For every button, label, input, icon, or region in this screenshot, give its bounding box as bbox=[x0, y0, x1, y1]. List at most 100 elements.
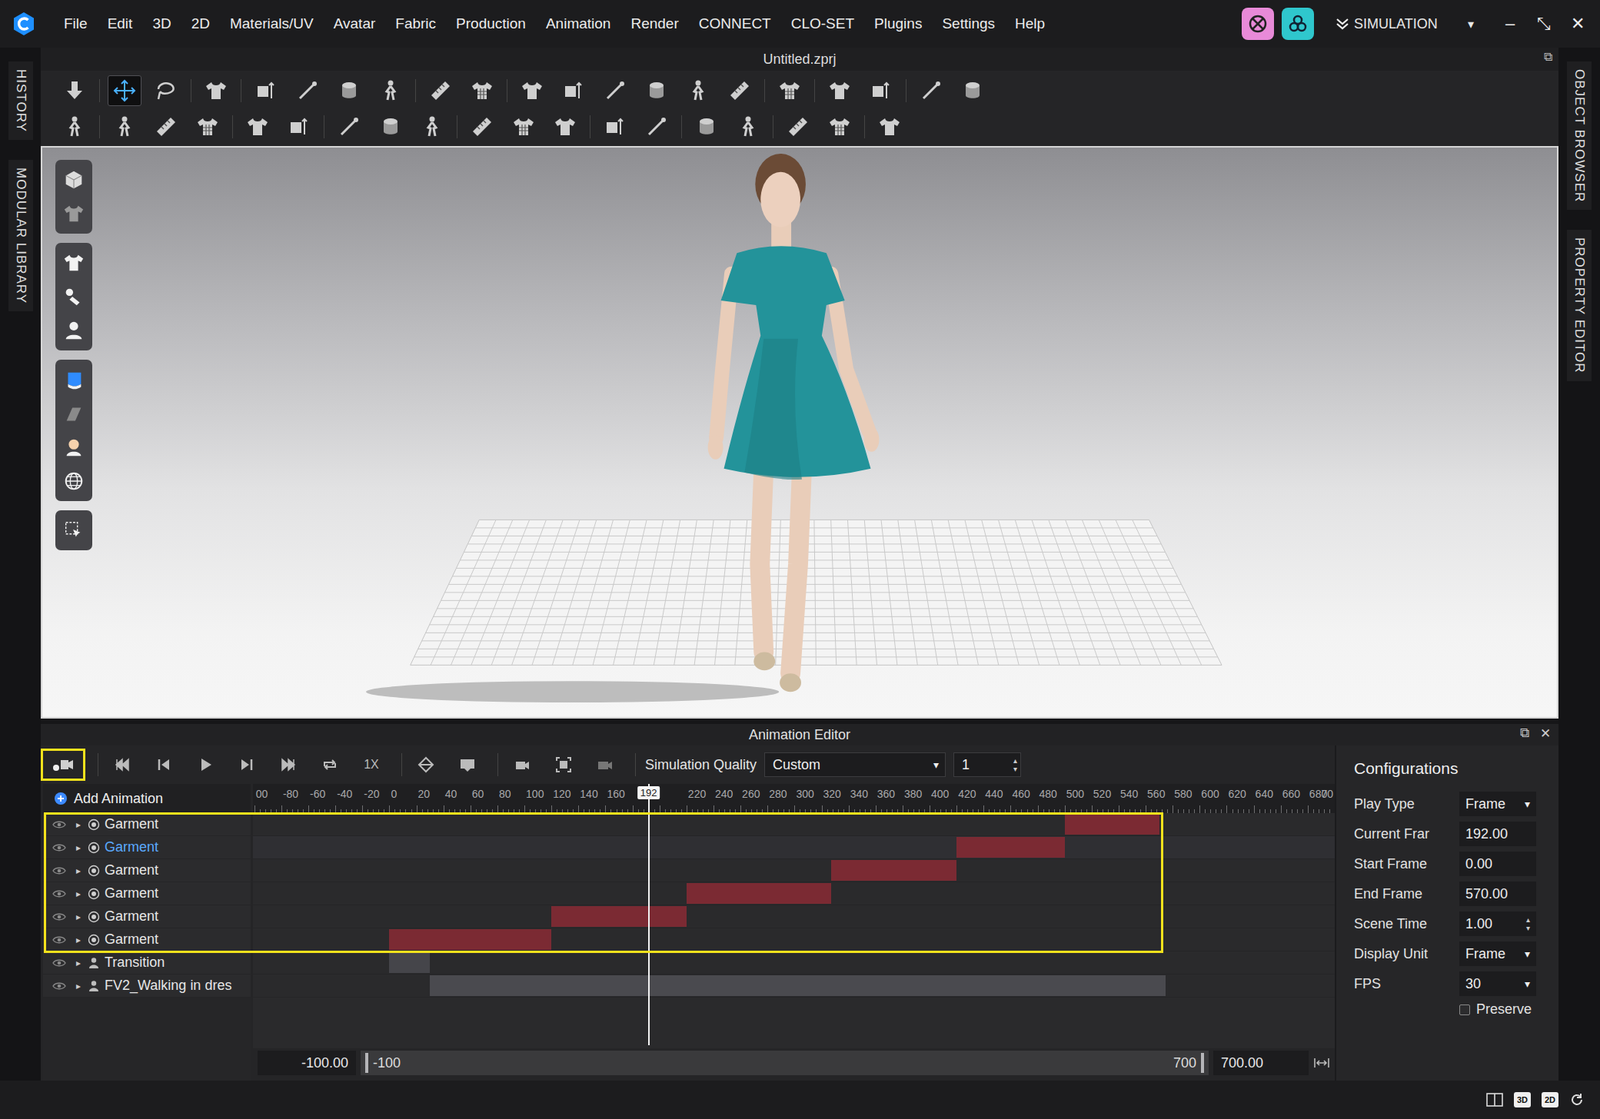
toolbar-button[interactable] bbox=[772, 75, 807, 107]
toolbar-button[interactable] bbox=[57, 75, 92, 107]
animation-clip[interactable] bbox=[389, 952, 430, 974]
toolbar-button[interactable] bbox=[781, 111, 815, 143]
track-row[interactable]: ▸Garment bbox=[43, 836, 251, 860]
palette-button[interactable] bbox=[56, 162, 91, 197]
preserve-checkbox[interactable]: Preserve bbox=[1459, 1001, 1547, 1018]
substeps-spinner[interactable]: 1▴▾ bbox=[953, 752, 1022, 778]
previous-frame-button[interactable] bbox=[146, 748, 182, 782]
timeline-ruler[interactable]: 00-80-60-40-2002040608010012014016022024… bbox=[252, 784, 1335, 814]
eye-icon[interactable] bbox=[52, 911, 67, 923]
palette-button[interactable] bbox=[56, 513, 91, 548]
toolbar-button[interactable] bbox=[373, 111, 408, 143]
menu-item[interactable]: Avatar bbox=[323, 15, 386, 33]
video-export-button[interactable] bbox=[587, 748, 623, 782]
restore-button[interactable]: ⧉ bbox=[1543, 49, 1553, 64]
minimize-button[interactable]: – bbox=[1496, 13, 1524, 34]
toolbar-button[interactable] bbox=[332, 75, 366, 107]
config-dropdown[interactable]: 30▾ bbox=[1459, 971, 1537, 997]
toolbar-button[interactable] bbox=[465, 111, 499, 143]
track-row[interactable]: ▸Transition bbox=[43, 951, 251, 975]
add-keyframe-button[interactable] bbox=[408, 748, 444, 782]
range-start-handle[interactable] bbox=[365, 1053, 369, 1074]
toolbar-button[interactable] bbox=[639, 111, 674, 143]
palette-button[interactable] bbox=[56, 464, 91, 499]
toolbar-button[interactable] bbox=[282, 111, 317, 143]
menu-item[interactable]: Materials/UV bbox=[219, 15, 324, 33]
track-row[interactable]: ▸ Garment bbox=[43, 859, 251, 883]
expand-toggle[interactable]: ▸ bbox=[73, 958, 84, 969]
track-row[interactable]: ▸FV2_Walking in dres bbox=[43, 974, 251, 998]
eye-icon[interactable] bbox=[52, 819, 67, 831]
expand-toggle[interactable]: ▸ bbox=[73, 865, 84, 877]
menu-item[interactable]: Plugins bbox=[864, 15, 932, 33]
toolbar-button[interactable] bbox=[864, 75, 899, 107]
3d-viewport[interactable] bbox=[40, 146, 1559, 719]
track-row[interactable]: ▸Garment bbox=[43, 882, 251, 906]
toolbar-button[interactable] bbox=[822, 111, 857, 143]
close-button[interactable]: ✕ bbox=[1564, 13, 1591, 34]
config-field[interactable]: 192.00 bbox=[1459, 821, 1537, 847]
spinner-arrows[interactable]: ▴▾ bbox=[1013, 756, 1018, 774]
toolbar-button[interactable] bbox=[955, 75, 990, 107]
menu-item[interactable]: 2D bbox=[181, 15, 220, 33]
menu-item[interactable]: CONNECT bbox=[688, 15, 782, 33]
track-name[interactable]: Garment bbox=[104, 862, 159, 879]
track-row[interactable]: ▸Garment bbox=[43, 928, 251, 952]
toolbar-button[interactable] bbox=[598, 75, 633, 107]
toolbar-button[interactable] bbox=[240, 111, 275, 143]
menu-item[interactable]: File bbox=[53, 15, 98, 33]
eye-icon[interactable] bbox=[52, 981, 67, 992]
next-frame-button[interactable] bbox=[229, 748, 265, 782]
toolbar-button[interactable] bbox=[423, 75, 458, 107]
side-tab[interactable]: HISTORY bbox=[8, 61, 34, 140]
toolbar-button[interactable] bbox=[914, 75, 949, 107]
toolbar-button[interactable] bbox=[199, 75, 233, 107]
toolbar-button[interactable] bbox=[149, 111, 183, 143]
animation-clip[interactable] bbox=[686, 883, 832, 905]
animation-clip[interactable] bbox=[831, 860, 957, 882]
app-launcher[interactable] bbox=[1281, 7, 1314, 40]
keyframe-settings-button[interactable] bbox=[449, 748, 486, 782]
toolbar-button[interactable] bbox=[548, 111, 583, 143]
range-end-field[interactable]: 700.00 bbox=[1213, 1051, 1309, 1076]
config-dropdown[interactable]: Frame▾ bbox=[1459, 941, 1537, 967]
spin-up[interactable]: ▴ bbox=[1526, 915, 1531, 925]
maximize-button[interactable]: ⤡ bbox=[1530, 13, 1557, 34]
checkbox[interactable] bbox=[1459, 1004, 1471, 1016]
toolbar-button[interactable] bbox=[332, 111, 366, 143]
toolbar-button[interactable] bbox=[639, 75, 674, 107]
expand-toggle[interactable]: ▸ bbox=[73, 888, 84, 900]
menu-item[interactable]: Render bbox=[620, 15, 689, 33]
eye-icon[interactable] bbox=[52, 934, 67, 946]
toolbar-button[interactable] bbox=[373, 75, 408, 107]
loop-button[interactable] bbox=[312, 748, 348, 782]
undock-button[interactable]: ⧉ bbox=[1520, 725, 1530, 742]
toolbar-button[interactable] bbox=[872, 111, 907, 143]
menu-item[interactable]: Fabric bbox=[385, 15, 446, 33]
spinner-arrows[interactable]: ▴▾ bbox=[1526, 915, 1531, 933]
eye-icon[interactable] bbox=[52, 865, 67, 877]
menu-item[interactable]: Settings bbox=[931, 15, 1005, 33]
spin-down[interactable]: ▾ bbox=[1526, 924, 1531, 933]
menu-item[interactable]: Animation bbox=[535, 15, 622, 33]
play-button[interactable] bbox=[187, 748, 223, 782]
mode-selector[interactable]: SIMULATION▾ bbox=[1335, 16, 1490, 33]
spin-up[interactable]: ▴ bbox=[1013, 756, 1018, 766]
toolbar-button[interactable] bbox=[689, 111, 724, 143]
close-button[interactable]: ✕ bbox=[1540, 725, 1551, 742]
track-name[interactable]: Garment bbox=[104, 816, 159, 833]
menu-item[interactable]: CLO-SET bbox=[781, 15, 865, 33]
toolbar-button[interactable] bbox=[107, 75, 142, 107]
palette-button[interactable] bbox=[56, 430, 91, 465]
palette-button[interactable] bbox=[56, 246, 91, 280]
track-name[interactable]: Garment bbox=[104, 839, 159, 856]
menu-item[interactable]: Production bbox=[445, 15, 536, 33]
palette-button[interactable] bbox=[56, 396, 91, 431]
expand-toggle[interactable]: ▸ bbox=[73, 934, 84, 946]
animation-clip[interactable] bbox=[551, 906, 687, 928]
add-animation-button[interactable]: Add Animation bbox=[43, 784, 251, 814]
menu-item[interactable]: 3D bbox=[142, 15, 181, 33]
toolbar-button[interactable] bbox=[556, 75, 591, 107]
side-tab[interactable]: PROPERTY EDITOR bbox=[1566, 229, 1592, 382]
fit-view-button[interactable] bbox=[545, 748, 582, 782]
